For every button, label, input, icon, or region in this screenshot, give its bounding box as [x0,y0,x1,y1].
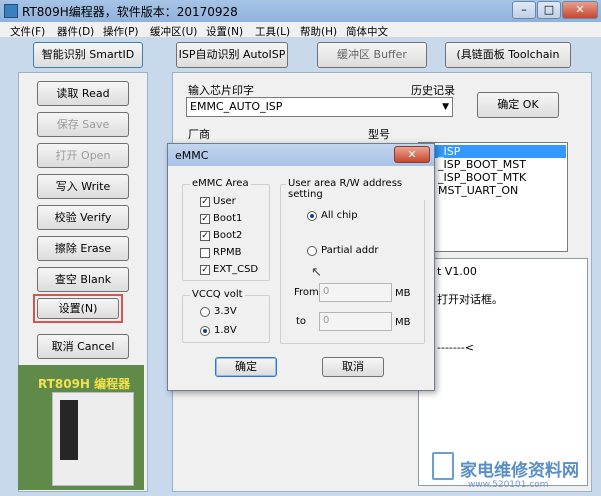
list-item[interactable]: _ISP_BOOT_MST [438,158,526,171]
zif-socket [60,400,78,460]
rpmb-checkbox[interactable] [200,248,210,258]
rpmb-label: RPMB [213,247,242,258]
mouse-cursor-icon: ↖ [311,265,322,280]
vccq-3v3-label: 3.3V [214,306,237,317]
to-input[interactable]: 0 [319,312,392,331]
autoisp-button[interactable]: ISP自动识别 AutoISP [176,42,288,68]
buffer-button[interactable]: 缓冲区 Buffer [317,42,427,68]
from-input[interactable]: 0 [319,283,392,302]
verify-button[interactable]: 校验 Verify [37,205,129,230]
ok-button[interactable]: 确定 OK [477,92,559,118]
boot1-label: Boot1 [213,213,243,224]
chip-input[interactable]: EMMC_AUTO_ISP ▼ [186,97,453,117]
boot2-label: Boot2 [213,230,243,241]
menu-device[interactable]: 器件(D) [57,24,94,39]
menu-settings[interactable]: 设置(N) [206,24,243,39]
toolchain-button[interactable]: (具链面板 Toolchain [445,42,571,68]
log-line: 打开对话框。 [437,293,503,306]
close-button[interactable]: ✕ [562,1,598,19]
emmc-area-label: eMMC Area [190,178,251,189]
model-label: 型号 [368,128,390,141]
to-unit: MB [395,317,411,328]
from-unit: MB [395,288,411,299]
radio-dot [203,329,207,333]
dialog-close-icon[interactable]: ✕ [394,146,430,163]
menu-operate[interactable]: 操作(P) [103,24,139,39]
menu-file[interactable]: 文件(F) [10,24,45,39]
read-button[interactable]: 读取 Read [37,81,129,106]
vccq-1v8-radio[interactable] [200,326,210,336]
watermark-book-icon [432,452,454,480]
list-item[interactable]: _ISP_BOOT_MTK [438,171,526,184]
boot2-checkbox[interactable]: ✓ [200,231,210,241]
log-line: t V1.00 [437,265,477,278]
erase-button[interactable]: 擦除 Erase [37,236,129,261]
partial-addr-label: Partial addr [321,245,379,256]
vccq-label: VCCQ volt [190,289,245,300]
dialog-title: eMMC [175,149,209,162]
dialog-cancel-button[interactable]: 取消 [322,357,384,377]
menu-tools[interactable]: 工具(L) [255,24,290,39]
log-line: -------< [437,341,475,354]
vendor-label: 厂商 [188,128,210,141]
all-chip-radio[interactable] [307,211,317,221]
radio-dot [310,214,314,218]
emmc-dialog: eMMC ✕ eMMC Area ✓ User ✓ Boot1 ✓ Boot2 … [167,143,435,391]
menu-buffer[interactable]: 缓冲区(U) [150,24,197,39]
window-title: RT809H编程器，软件版本：20170928 [22,5,238,19]
smartid-button[interactable]: 智能识别 SmartID [33,42,143,68]
menu-help[interactable]: 帮助(H) [300,24,337,39]
history-label: 历史记录 [411,84,455,97]
chip-label: 输入芯片印字 [188,84,254,97]
vccq-1v8-label: 1.8V [214,325,237,336]
write-button[interactable]: 写入 Write [37,174,129,199]
user-checkbox[interactable]: ✓ [200,197,210,207]
to-label: to [296,316,307,327]
all-chip-label: All chip [321,210,358,221]
maximize-button[interactable]: □ [537,1,561,19]
watermark-url: www.520101.com [468,480,549,490]
menu-language[interactable]: 简体中文 [346,24,388,39]
blank-button[interactable]: 查空 Blank [37,267,129,292]
chip-input-value: EMMC_AUTO_ISP [190,100,283,113]
ext-csd-checkbox[interactable]: ✓ [200,265,210,275]
dialog-ok-button[interactable]: 确定 [215,357,277,377]
list-item[interactable]: _ISP [438,145,460,158]
minimize-button[interactable]: – [512,1,536,19]
save-button[interactable]: 保存 Save [37,112,129,137]
partial-addr-radio[interactable] [307,246,317,256]
ext-csd-label: EXT_CSD [213,264,259,275]
rw-address-label: User area R/W address setting [286,178,434,200]
user-label: User [213,196,236,207]
open-button[interactable]: 打开 Open [37,143,129,168]
cancel-button[interactable]: 取消 Cancel [37,334,129,359]
dropdown-arrow-icon: ▼ [442,102,449,112]
settings-button[interactable]: 设置(N) [37,298,119,319]
boot1-checkbox[interactable]: ✓ [200,214,210,224]
list-item[interactable]: MST_UART_ON [438,184,518,197]
watermark-text: 家电维修资料网 [460,461,579,481]
programmer-logo-text: RT809H 编程器 [38,377,131,391]
app-icon [4,4,18,18]
from-label: From [294,287,319,298]
vccq-3v3-radio[interactable] [200,307,210,317]
